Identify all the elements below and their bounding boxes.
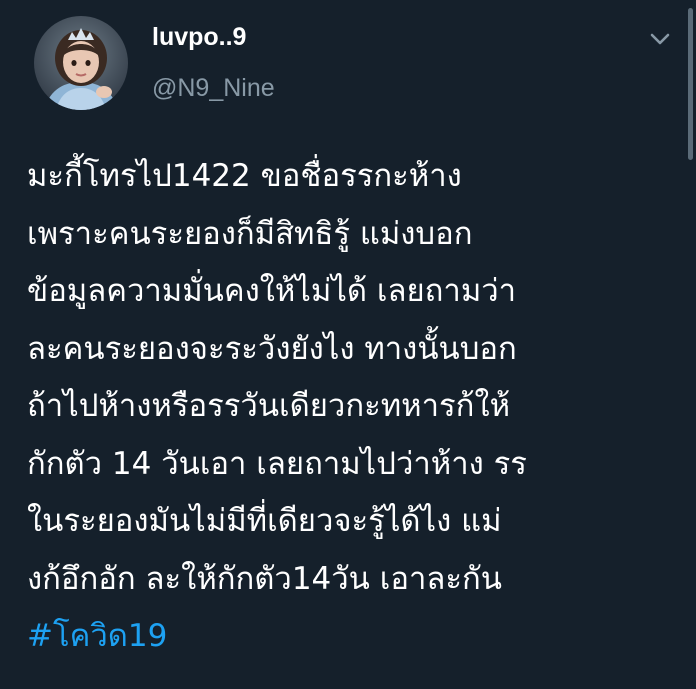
chevron-down-icon[interactable] xyxy=(646,28,674,50)
tweet-line: ละคนระยองจะระวังยังไง ทางนั้นบอก xyxy=(27,330,517,367)
tweet-line: เพราะคนระยองก็มีสิทธิรู้ แม่งบอก xyxy=(27,215,473,252)
author-handle[interactable]: @N9_Nine xyxy=(152,73,275,103)
tweet-line: ในระยองมันไม่มีที่เดียวจะรู้ได้ไง แม่ xyxy=(27,503,502,539)
tweet-text: มะกี้โทรไป1422 ขอชื่อรรกะห้าง เพราะคนระย… xyxy=(27,148,687,666)
scrollbar[interactable] xyxy=(688,8,693,160)
profile-photo-icon xyxy=(34,16,128,110)
avatar[interactable] xyxy=(34,16,128,110)
tweet-line: งก้อึกอัก ละให้กักตัว14วัน เอาละกัน xyxy=(27,560,502,597)
author-display-name[interactable]: luvpo..9 xyxy=(152,22,246,52)
tweet-line: กักตัว 14 วันเอา เลยถามไปว่าห้าง รร xyxy=(27,445,527,482)
tweet-card: luvpo..9 @N9_Nine มะกี้โทรไป1422 ขอชื่อร… xyxy=(0,0,696,689)
hashtag-link[interactable]: #โควิด19 xyxy=(27,608,687,666)
tweet-line: ข้อมูลความมั่นคงให้ไม่ได้ เลยถามว่า xyxy=(27,273,517,309)
tweet-line: มะกี้โทรไป1422 ขอชื่อรรกะห้าง xyxy=(27,158,462,194)
tweet-line: ถ้าไปห้างหรือรรวันเดียวกะทหารก้ให้ xyxy=(27,388,511,424)
